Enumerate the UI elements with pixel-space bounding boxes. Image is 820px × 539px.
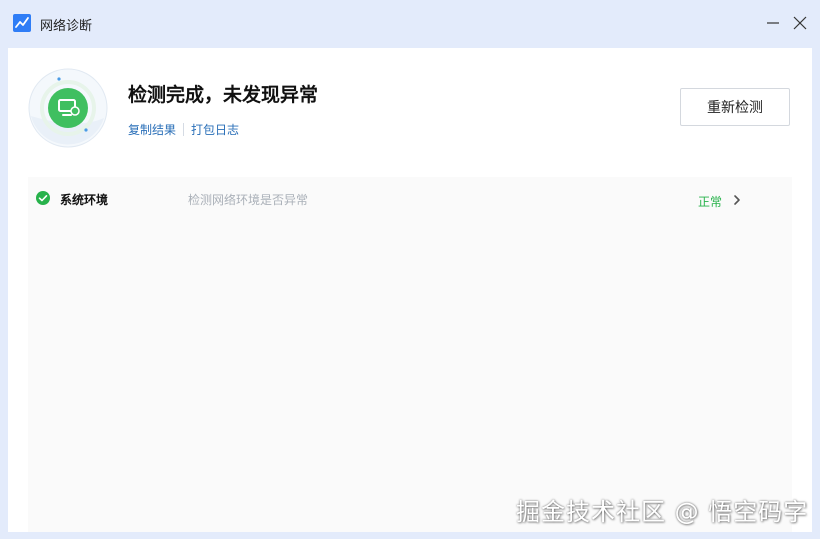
main-panel: 检测完成，未发现异常 复制结果 打包日志 重新检测 系统环境 检测网络环境是否异常… bbox=[8, 48, 812, 532]
chevron-right-icon[interactable] bbox=[732, 194, 742, 206]
result-actions: 复制结果 打包日志 bbox=[128, 121, 239, 138]
result-row-system-environment[interactable]: 系统环境 检测网络环境是否异常 正常 bbox=[28, 177, 792, 219]
result-item-description: 检测网络环境是否异常 bbox=[188, 193, 309, 207]
window-title: 网络诊断 bbox=[40, 19, 93, 34]
link-divider bbox=[183, 123, 185, 136]
recheck-button[interactable]: 重新检测 bbox=[680, 88, 790, 126]
watermark: 掘金技术社区 @ 悟空码字 bbox=[516, 498, 809, 526]
results-list: 系统环境 检测网络环境是否异常 正常 bbox=[28, 177, 792, 532]
minimize-icon[interactable] bbox=[762, 12, 784, 34]
close-icon[interactable] bbox=[789, 12, 811, 34]
result-headline: 检测完成，未发现异常 bbox=[128, 84, 319, 106]
copy-results-link[interactable]: 复制结果 bbox=[128, 123, 176, 137]
result-status: 正常 bbox=[698, 195, 723, 209]
check-circle-icon bbox=[36, 191, 50, 205]
pack-logs-link[interactable]: 打包日志 bbox=[191, 123, 239, 137]
chart-line-icon bbox=[13, 14, 31, 32]
monitor-check-icon bbox=[28, 68, 108, 148]
result-item-name: 系统环境 bbox=[60, 193, 109, 207]
title-bar: 网络诊断 bbox=[0, 0, 820, 48]
